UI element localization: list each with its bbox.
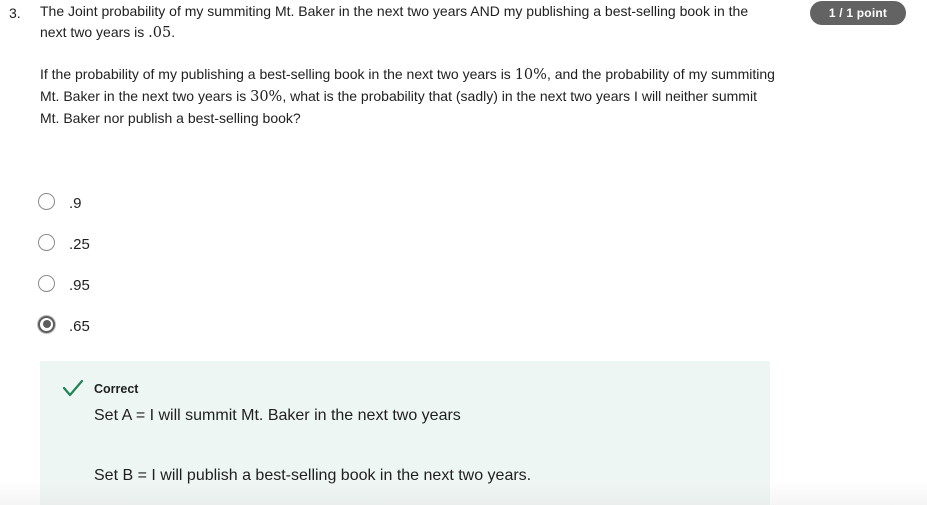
answer-options: .9 .25 .95 .65 [38,184,90,348]
score-badge: 1 / 1 point [810,1,906,25]
answer-option[interactable]: .65 [38,307,90,348]
question-paragraph-2: If the probability of my publishing a be… [40,66,775,126]
feedback-status: Correct [94,382,139,396]
feedback-line: Set A = I will summit Mt. Baker in the n… [94,407,461,424]
math-value: 30% [250,89,283,105]
option-label: .9 [69,194,82,212]
radio-button[interactable] [38,274,55,292]
math-value: 10% [514,67,547,83]
feedback-line: Set B = I will publish a best-selling bo… [94,467,532,484]
question-text: The Joint probability of my summiting Mt… [40,1,775,149]
radio-button[interactable] [38,315,55,333]
quiz-question-page: 3. The Joint probability of my summiting… [0,0,927,505]
question-number: 3. [9,5,21,21]
radio-button[interactable] [38,192,55,210]
option-label: .25 [69,235,90,253]
answer-option[interactable]: .25 [38,225,90,266]
answer-option[interactable]: .95 [38,266,90,307]
math-value: .05 [148,25,172,41]
question-paragraph-1: The Joint probability of my summiting Mt… [40,3,749,41]
check-icon [62,379,84,397]
option-label: .95 [69,276,90,294]
option-label: .65 [69,317,90,335]
answer-option[interactable]: .9 [38,184,90,225]
feedback-panel: Correct Set A = I will summit Mt. Baker … [40,361,770,505]
radio-button[interactable] [38,233,55,251]
